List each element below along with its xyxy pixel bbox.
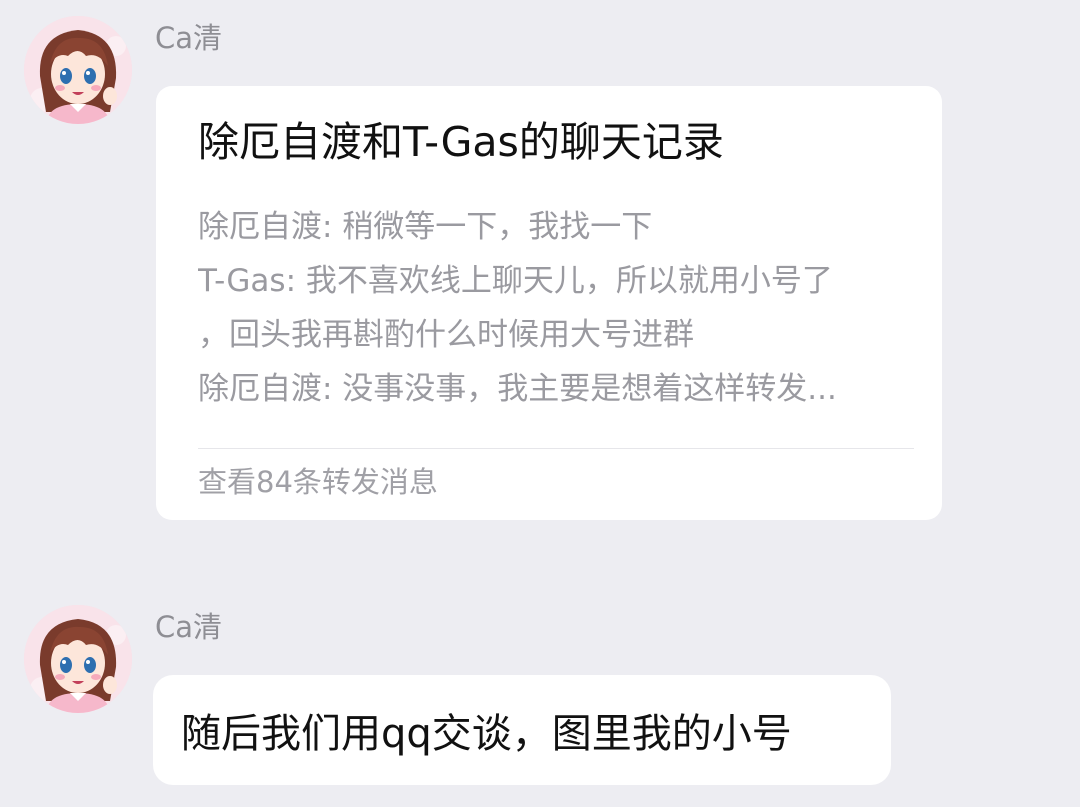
- sender-avatar[interactable]: [24, 605, 132, 713]
- preview-line: ，回头我再斟酌什么时候用大号进群: [198, 317, 694, 353]
- message-text: 随后我们用qq交谈，图里我的小号: [181, 711, 792, 757]
- anime-girl-avatar-icon: [24, 16, 132, 124]
- card-title: 除厄自渡和T-Gas的聊天记录: [198, 118, 724, 166]
- view-forwarded-messages-link[interactable]: 查看84条转发消息: [198, 462, 438, 502]
- preview-line: T-Gas: 我不喜欢线上聊天儿，所以就用小号了: [198, 263, 833, 299]
- sender-name: Ca清: [155, 21, 223, 55]
- card-divider: [198, 448, 914, 449]
- forwarded-chat-card[interactable]: 除厄自渡和T-Gas的聊天记录 除厄自渡: 稍微等一下，我找一下 T-Gas: …: [156, 86, 942, 520]
- anime-girl-avatar-icon: [24, 605, 132, 713]
- card-preview: 除厄自渡: 稍微等一下，我找一下 T-Gas: 我不喜欢线上聊天儿，所以就用小号…: [198, 200, 914, 416]
- sender-name: Ca清: [155, 610, 223, 644]
- message-bubble[interactable]: 随后我们用qq交谈，图里我的小号: [153, 675, 891, 785]
- preview-line: 除厄自渡: 没事没事，我主要是想着这样转发...: [198, 371, 837, 407]
- preview-line: 除厄自渡: 稍微等一下，我找一下: [198, 209, 653, 245]
- sender-avatar[interactable]: [24, 16, 132, 124]
